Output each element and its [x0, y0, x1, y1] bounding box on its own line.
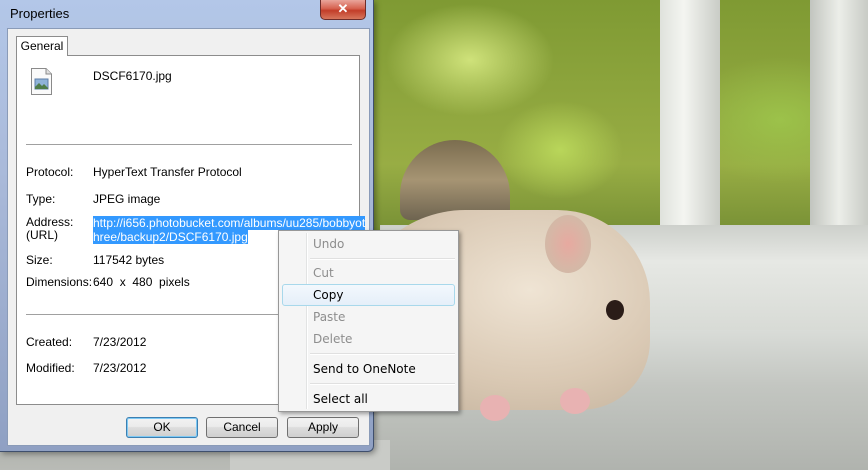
- menu-separator: [310, 383, 455, 385]
- close-button[interactable]: ✕: [320, 0, 366, 20]
- hamster-foot: [560, 388, 590, 414]
- cancel-button[interactable]: Cancel: [206, 417, 278, 438]
- address-line-1: http://i656.photobucket.com/albums/uu285…: [93, 216, 366, 230]
- jpeg-file-icon: [31, 68, 52, 95]
- menu-item-copy[interactable]: Copy: [282, 284, 455, 306]
- menu-item-send-to-onenote[interactable]: Send to OneNote: [282, 358, 455, 380]
- modified-label: Modified:: [26, 361, 75, 375]
- protocol-label: Protocol:: [26, 165, 74, 179]
- address-line-2: hree/backup2/DSCF6170.jpg: [93, 230, 248, 244]
- window-frame-right: [810, 0, 868, 240]
- hamster-foot: [480, 395, 510, 421]
- protocol-value: HyperText Transfer Protocol: [93, 165, 242, 179]
- window-frame-left: [660, 0, 720, 240]
- apply-button[interactable]: Apply: [287, 417, 359, 438]
- menu-item-delete[interactable]: Delete: [282, 328, 455, 350]
- ok-button[interactable]: OK: [126, 417, 198, 438]
- hamster-ear: [545, 215, 591, 273]
- menu-separator: [310, 353, 455, 355]
- divider: [26, 144, 352, 145]
- menu-separator: [310, 258, 455, 260]
- tab-general[interactable]: General: [16, 36, 68, 56]
- created-label: Created:: [26, 335, 73, 349]
- menu-item-paste[interactable]: Paste: [282, 306, 455, 328]
- modified-value: 7/23/2012: [93, 361, 147, 375]
- file-name: DSCF6170.jpg: [93, 69, 172, 83]
- size-value: 117542 bytes: [93, 253, 165, 267]
- address-label: Address:: [26, 215, 74, 229]
- hamster-eye: [606, 300, 624, 320]
- dialog-title: Properties: [10, 6, 70, 21]
- size-label: Size:: [26, 253, 53, 267]
- url-label: (URL): [26, 228, 58, 242]
- bell-object: [400, 140, 510, 220]
- dimensions-value: 640 x 480 pixels: [93, 275, 190, 289]
- type-value: JPEG image: [93, 192, 161, 206]
- menu-item-select-all[interactable]: Select all: [282, 388, 455, 410]
- menu-item-cut[interactable]: Cut: [282, 262, 455, 284]
- context-menu: Undo Cut Copy Paste Delete Send to OneNo…: [278, 230, 459, 412]
- menu-item-undo[interactable]: Undo: [282, 233, 455, 255]
- type-label: Type:: [26, 192, 56, 206]
- created-value: 7/23/2012: [93, 335, 147, 349]
- title-bar[interactable]: Properties ✕: [0, 0, 372, 28]
- dimensions-label: Dimensions:: [26, 275, 93, 289]
- close-icon: ✕: [337, 1, 349, 16]
